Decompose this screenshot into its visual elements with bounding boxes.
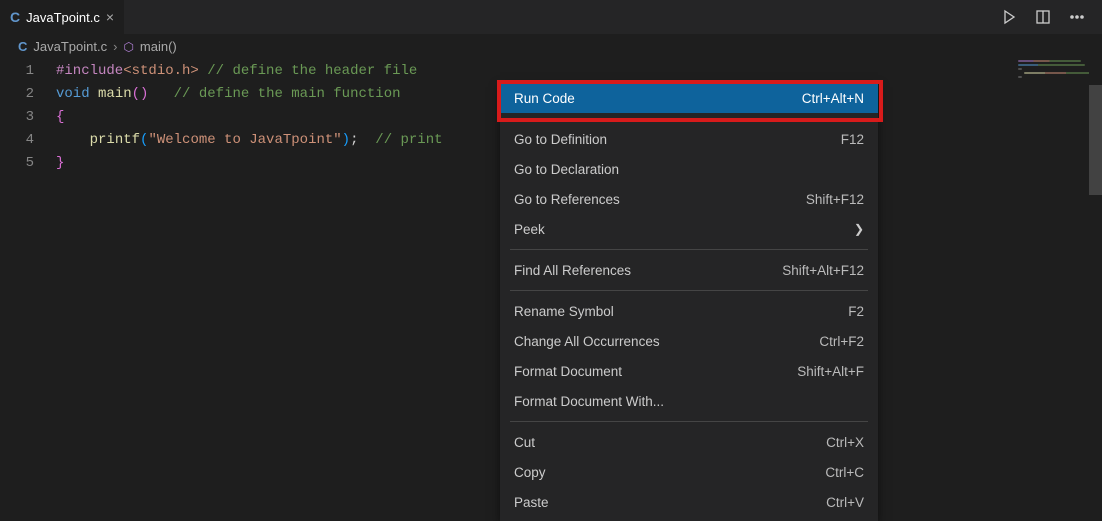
- menu-shortcut: F12: [841, 132, 864, 147]
- tab-title: JavaTpoint.c: [26, 10, 100, 25]
- vertical-scrollbar[interactable]: [1089, 35, 1102, 510]
- menu-format-document-with[interactable]: Format Document With...: [500, 386, 878, 416]
- symbol-method-icon: ⬡: [123, 40, 133, 54]
- menu-separator: [510, 421, 868, 422]
- menu-cut[interactable]: Cut Ctrl+X: [500, 427, 878, 457]
- line-number: 2: [0, 83, 56, 106]
- scrollbar-thumb[interactable]: [1089, 85, 1102, 195]
- menu-paste[interactable]: Paste Ctrl+V: [500, 487, 878, 517]
- menu-shortcut: Ctrl+Alt+N: [802, 91, 864, 106]
- menu-shortcut: Shift+Alt+F12: [782, 263, 864, 278]
- menu-run-code[interactable]: Run Code Ctrl+Alt+N: [500, 83, 878, 113]
- menu-label: Paste: [514, 495, 549, 510]
- menu-shortcut: Shift+F12: [806, 192, 864, 207]
- menu-shortcut: Ctrl+V: [826, 495, 864, 510]
- menu-shortcut: Ctrl+F2: [819, 334, 864, 349]
- menu-shortcut: F2: [848, 304, 864, 319]
- menu-format-document[interactable]: Format Document Shift+Alt+F: [500, 356, 878, 386]
- menu-label: Go to Definition: [514, 132, 607, 147]
- tab-bar: C JavaTpoint.c ×: [0, 0, 1102, 35]
- chevron-right-icon: ›: [113, 39, 117, 54]
- close-tab-icon[interactable]: ×: [106, 10, 114, 24]
- menu-label: Run Code: [514, 91, 575, 106]
- chevron-right-icon: ❯: [854, 222, 864, 236]
- more-actions-icon[interactable]: [1068, 8, 1086, 26]
- run-icon[interactable]: [1000, 8, 1018, 26]
- menu-label: Change All Occurrences: [514, 334, 660, 349]
- menu-change-all-occurrences[interactable]: Change All Occurrences Ctrl+F2: [500, 326, 878, 356]
- c-file-icon: C: [10, 9, 20, 25]
- breadcrumb-file: JavaTpoint.c: [33, 39, 107, 54]
- menu-go-to-declaration[interactable]: Go to Declaration: [500, 154, 878, 184]
- context-menu: Run Code Ctrl+Alt+N Go to Definition F12…: [500, 83, 878, 521]
- menu-go-to-references[interactable]: Go to References Shift+F12: [500, 184, 878, 214]
- menu-shortcut: Ctrl+X: [826, 435, 864, 450]
- menu-label: Rename Symbol: [514, 304, 614, 319]
- menu-peek[interactable]: Peek ❯: [500, 214, 878, 244]
- menu-go-to-definition[interactable]: Go to Definition F12: [500, 124, 878, 154]
- menu-label: Format Document: [514, 364, 622, 379]
- menu-separator: [510, 290, 868, 291]
- menu-label: Cut: [514, 435, 535, 450]
- line-number: 3: [0, 106, 56, 129]
- menu-rename-symbol[interactable]: Rename Symbol F2: [500, 296, 878, 326]
- menu-separator: [510, 118, 868, 119]
- menu-shortcut: Shift+Alt+F: [797, 364, 864, 379]
- menu-label: Go to References: [514, 192, 620, 207]
- breadcrumb-symbol: main(): [140, 39, 177, 54]
- line-number: 5: [0, 152, 56, 175]
- menu-copy[interactable]: Copy Ctrl+C: [500, 457, 878, 487]
- editor-tab[interactable]: C JavaTpoint.c ×: [0, 0, 124, 34]
- menu-find-all-references[interactable]: Find All References Shift+Alt+F12: [500, 255, 878, 285]
- menu-shortcut: Ctrl+C: [825, 465, 864, 480]
- menu-separator: [510, 249, 868, 250]
- c-file-icon: C: [18, 39, 27, 54]
- menu-label: Find All References: [514, 263, 631, 278]
- breadcrumb[interactable]: C JavaTpoint.c › ⬡ main(): [0, 35, 1102, 58]
- menu-label: Peek: [514, 222, 545, 237]
- line-number: 1: [0, 60, 56, 83]
- menu-label: Go to Declaration: [514, 162, 619, 177]
- menu-label: Copy: [514, 465, 546, 480]
- menu-label: Format Document With...: [514, 394, 664, 409]
- editor-actions: [1000, 8, 1102, 26]
- line-number: 4: [0, 129, 56, 152]
- split-editor-icon[interactable]: [1034, 8, 1052, 26]
- minimap[interactable]: [1018, 60, 1088, 100]
